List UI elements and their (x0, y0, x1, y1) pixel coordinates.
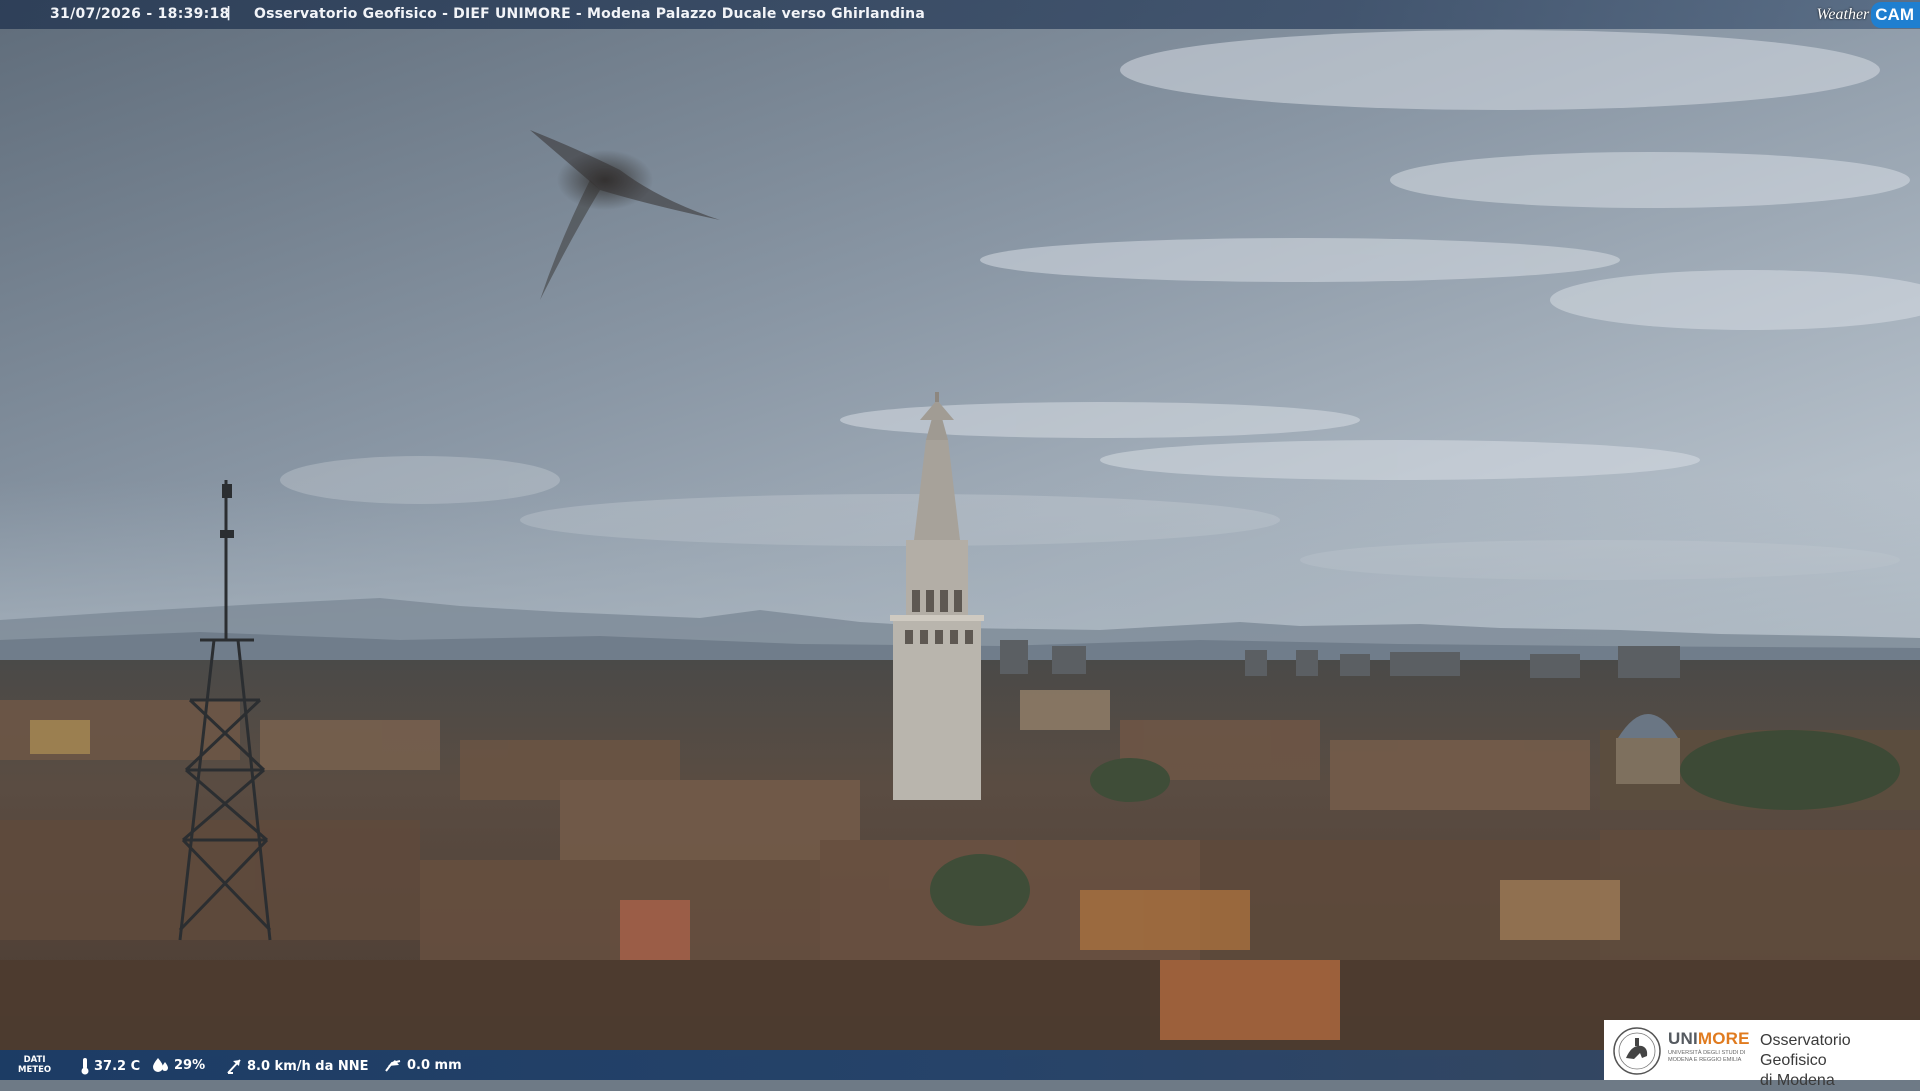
rain-value: 0.0 mm (407, 1057, 462, 1073)
droplet-icon (152, 1057, 170, 1073)
top-info-bar: 31/07/2026 - 18:39:18 | Osservatorio Geo… (0, 0, 1920, 29)
wind-value: 8.0 km/h da NNE (247, 1058, 369, 1074)
thermometer-icon (80, 1057, 90, 1075)
temperature-value: 37.2 C (94, 1058, 141, 1074)
unimore-logo[interactable]: UNIMORE UNIVERSITÀ DEGLI STUDI DI MODENA… (1604, 1020, 1920, 1089)
webcam-image (0, 0, 1920, 1080)
university-name: UNIVERSITÀ DEGLI STUDI DI MODENA E REGGI… (1668, 1050, 1746, 1063)
weathercam-logo-text: Weather (1816, 5, 1870, 23)
dati-meteo-label: DATI METEO (18, 1055, 52, 1075)
observatory-name: Osservatorio Geofisico di Modena (1760, 1032, 1851, 1089)
humidity-readout: 29% (152, 1057, 205, 1073)
weather-data-bar: DATI METEO 37.2 C 29% 8.0 km/h da NNE 0.… (0, 1050, 1604, 1080)
university-seal-icon (1612, 1026, 1662, 1080)
temperature-readout: 37.2 C (80, 1057, 140, 1075)
weathercam-logo[interactable]: Weather CAM (1817, 0, 1920, 29)
humidity-value: 29% (174, 1057, 206, 1073)
wind-readout: 8.0 km/h da NNE (225, 1057, 369, 1075)
rain-readout: 0.0 mm (383, 1057, 462, 1073)
wind-vane-icon (225, 1057, 243, 1075)
unimore-wordmark: UNIMORE (1668, 1029, 1750, 1048)
camera-title: Osservatorio Geofisico - DIEF UNIMORE - … (254, 6, 925, 22)
rain-gauge-icon (383, 1057, 403, 1073)
weathercam-logo-badge: CAM (1871, 1, 1920, 28)
timestamp: 31/07/2026 - 18:39:18 (50, 6, 230, 22)
separator: | (226, 5, 232, 21)
